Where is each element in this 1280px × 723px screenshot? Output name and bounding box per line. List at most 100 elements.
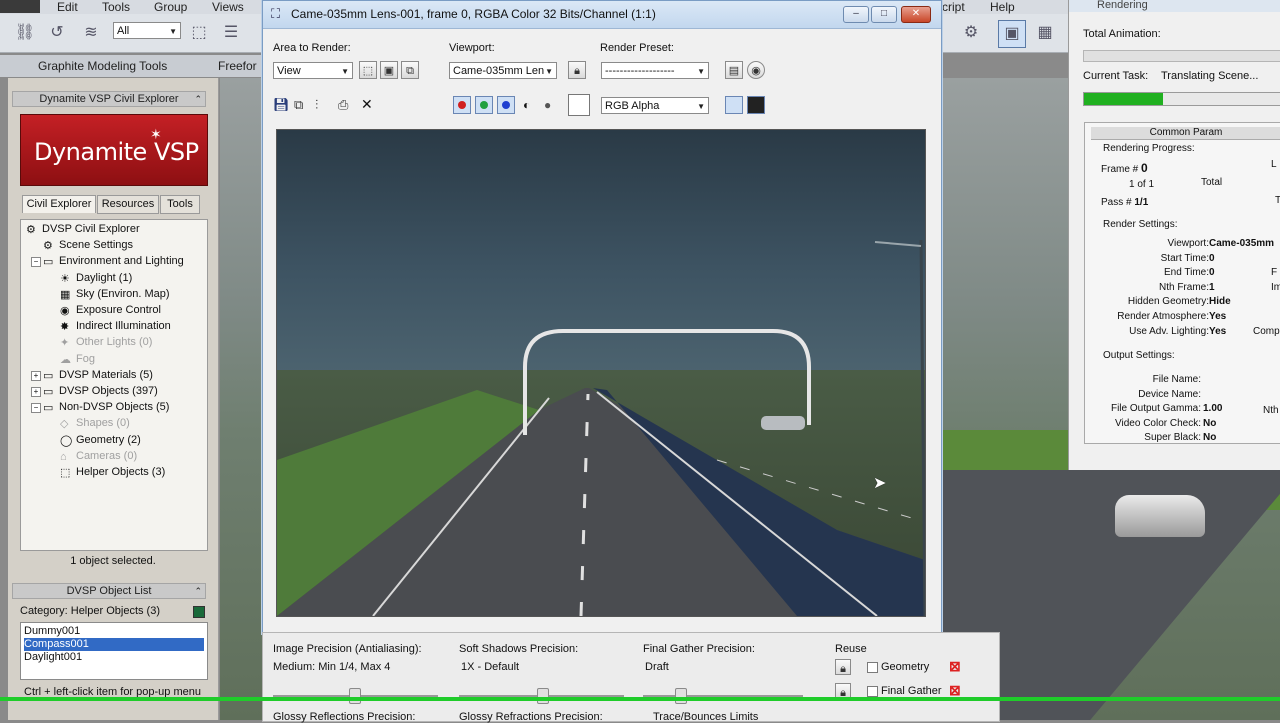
- bind-spacewarp-icon[interactable]: ≋: [78, 20, 104, 46]
- display-channel-dropdown[interactable]: RGB Alpha ▼: [601, 97, 709, 114]
- link-icon[interactable]: ⛓: [12, 20, 38, 46]
- tree-item[interactable]: ◇ Shapes (0): [60, 416, 130, 431]
- edit-region-icon[interactable]: ⬚: [359, 61, 377, 79]
- tree-item[interactable]: ⬚ Helper Objects (3): [60, 465, 165, 480]
- lock-icon[interactable]: 🔒︎: [568, 61, 586, 79]
- copy-image-icon[interactable]: ⧉: [294, 97, 303, 113]
- menu-group[interactable]: Group: [154, 0, 187, 14]
- toggle-ui-overlay-icon[interactable]: [725, 96, 743, 114]
- tree-item[interactable]: ◉ Exposure Control: [60, 303, 161, 318]
- selection-filter-dropdown[interactable]: All ▼: [113, 22, 181, 39]
- output-key: Super Black:: [1144, 432, 1201, 444]
- image-precision-slider-thumb[interactable]: [349, 688, 361, 704]
- crop-region-icon[interactable]: ⧉: [401, 61, 419, 79]
- alpha-channel-icon[interactable]: ◐: [523, 98, 530, 112]
- auto-region-icon[interactable]: ▣: [380, 61, 398, 79]
- tab-resources[interactable]: Resources: [97, 195, 159, 214]
- tree-item[interactable]: ✦ Other Lights (0): [60, 335, 152, 350]
- total-animation-label: Total Animation:: [1083, 28, 1161, 40]
- tree-item[interactable]: ◯ Geometry (2): [60, 433, 141, 448]
- tree-item[interactable]: ▭ DVSP Objects (397): [43, 384, 158, 399]
- tree-item-label: Scene Settings: [59, 239, 133, 252]
- civil-explorer-rollout-header[interactable]: Dynamite VSP Civil Explorer ⌃: [12, 91, 206, 107]
- print-image-icon[interactable]: ⎙: [338, 97, 348, 113]
- tree-item[interactable]: ▦ Sky (Environ. Map): [60, 287, 170, 302]
- menu-edit[interactable]: Edit: [57, 0, 78, 14]
- tree-item[interactable]: ▭ DVSP Materials (5): [43, 368, 153, 383]
- select-object-icon[interactable]: ⬚: [186, 20, 212, 46]
- clear-geometry-cache-icon[interactable]: ⊠: [949, 658, 961, 675]
- collapse-icon[interactable]: −: [31, 403, 41, 414]
- gantry-frame: [523, 329, 811, 435]
- folder-icon: ▭: [43, 402, 54, 415]
- menu-help[interactable]: Help: [990, 0, 1015, 14]
- reuse-geometry-checkbox[interactable]: [867, 662, 878, 673]
- tree-item[interactable]: ▭ Non-DVSP Objects (5): [43, 400, 169, 415]
- red-channel-toggle[interactable]: [453, 96, 471, 114]
- monochrome-icon[interactable]: ●: [544, 98, 551, 112]
- expand-icon[interactable]: +: [31, 387, 41, 397]
- soft-shadows-slider-thumb[interactable]: [537, 688, 549, 704]
- setting-right-label: F: [1271, 267, 1278, 279]
- object-list[interactable]: Dummy001 Compass001 Daylight001: [20, 622, 208, 680]
- viewport-dropdown[interactable]: Came-035mm Len ▼: [449, 62, 557, 79]
- collapse-icon[interactable]: ⌃: [194, 92, 202, 106]
- render-setup-icon[interactable]: ⚙: [958, 20, 984, 46]
- lock-geometry-icon[interactable]: 🔒︎: [835, 659, 851, 675]
- menu-tools[interactable]: Tools: [102, 0, 130, 14]
- swatch-button[interactable]: [568, 94, 590, 116]
- blue-channel-toggle[interactable]: [497, 96, 515, 114]
- tree-item[interactable]: ⌂ Cameras (0): [60, 449, 137, 464]
- minimize-button[interactable]: ‒: [843, 6, 869, 23]
- save-image-icon[interactable]: 💾︎: [273, 97, 290, 113]
- setting-value: 0: [1209, 252, 1215, 264]
- green-dot-icon: [480, 101, 488, 109]
- app-menu-button[interactable]: [0, 0, 40, 13]
- tree-item[interactable]: ✸ Indirect Illumination: [60, 319, 171, 334]
- rendered-frame-titlebar[interactable]: ⛶ Came-035mm Lens-001, frame 0, RGBA Col…: [263, 1, 941, 29]
- tab-graphite-modeling-tools[interactable]: Graphite Modeling Tools: [38, 59, 167, 73]
- category-color-swatch[interactable]: [193, 606, 205, 618]
- collapse-icon[interactable]: −: [31, 257, 41, 268]
- expand-icon[interactable]: +: [31, 370, 41, 381]
- select-by-name-icon[interactable]: ☰: [218, 20, 244, 46]
- tree-item[interactable]: ⚙ DVSP Civil Explorer: [26, 222, 140, 237]
- tab-civil-explorer[interactable]: Civil Explorer: [22, 195, 96, 213]
- clone-window-icon[interactable]: ⫶: [315, 97, 318, 113]
- setting-key: Viewport:: [1167, 238, 1209, 249]
- reuse-final-gather-checkbox[interactable]: [867, 686, 878, 697]
- params-header[interactable]: Common Param: [1091, 127, 1280, 140]
- reuse-geometry-label: Geometry: [881, 661, 930, 673]
- tree-item[interactable]: ☀ Daylight (1): [60, 271, 132, 286]
- list-item[interactable]: Daylight001: [24, 651, 204, 664]
- tab-freeform[interactable]: Freefor: [218, 59, 257, 73]
- tree-item-label: Sky (Environ. Map): [76, 287, 170, 300]
- render-preset-dropdown[interactable]: ------------------- ▼: [601, 62, 709, 79]
- setting-right-label: Comp: [1253, 325, 1280, 337]
- clear-image-icon[interactable]: ✕: [361, 96, 373, 113]
- render-setup-icon[interactable]: ▤: [725, 61, 743, 79]
- menu-views[interactable]: Views: [212, 0, 244, 14]
- object-list-rollout-header[interactable]: DVSP Object List ⌃: [12, 583, 206, 599]
- unlink-icon[interactable]: ↺: [44, 20, 70, 46]
- green-channel-toggle[interactable]: [475, 96, 493, 114]
- rendered-frame-window-icon[interactable]: ▣: [998, 20, 1026, 48]
- output-key: Video Color Check:: [1115, 417, 1201, 429]
- area-to-render-dropdown[interactable]: View ▼: [273, 62, 353, 79]
- menu-script[interactable]: cript: [942, 0, 965, 14]
- render-production-icon[interactable]: ▦: [1032, 20, 1058, 46]
- tree-item[interactable]: ⚙ Scene Settings: [43, 238, 133, 253]
- output-key: Device Name:: [1138, 388, 1201, 400]
- tree-item[interactable]: ▭ Environment and Lighting: [43, 254, 184, 269]
- tab-tools[interactable]: Tools: [160, 195, 200, 214]
- maximize-button[interactable]: □: [871, 6, 897, 23]
- environment-icon[interactable]: ◉: [747, 61, 765, 79]
- list-item[interactable]: Compass001: [24, 638, 204, 651]
- list-item[interactable]: Dummy001: [24, 625, 204, 638]
- collapse-icon[interactable]: ⌃: [194, 584, 202, 598]
- tree-item[interactable]: ☁ Fog: [60, 352, 95, 367]
- close-button[interactable]: ✕: [901, 6, 931, 23]
- final-gather-slider-thumb[interactable]: [675, 688, 687, 704]
- rendered-image[interactable]: [276, 129, 926, 617]
- toggle-ui-icon[interactable]: [747, 96, 765, 114]
